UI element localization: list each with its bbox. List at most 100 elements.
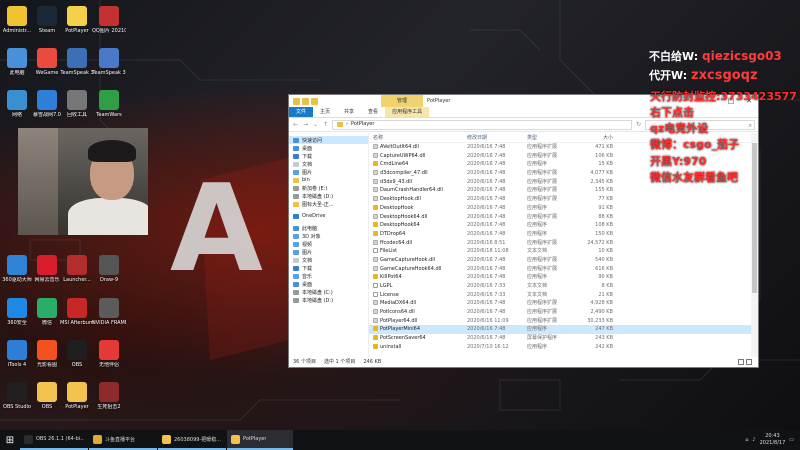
windows-start-icon[interactable]: ⊞ (0, 430, 20, 450)
file-row[interactable]: uninstall 2020/7/10 16:12 应用程序 242 KB (369, 343, 758, 352)
forward-arrow-icon[interactable]: → (302, 121, 309, 128)
column-date[interactable]: 修改日期 (467, 133, 527, 142)
notification-icon[interactable]: ▭ (789, 437, 794, 443)
desktop-icon[interactable]: Steam (30, 6, 64, 34)
file-name-cell: Potlcons64.dll (369, 308, 467, 317)
file-row[interactable]: DesktopHook 2020/6/16 7:48 应用程序 91 KB (369, 204, 758, 213)
refresh-icon[interactable]: ↻ (635, 121, 642, 128)
desktop-icon[interactable]: Draw-9 (92, 255, 126, 283)
back-arrow-icon[interactable]: ← (292, 121, 299, 128)
file-row[interactable]: LGPL 2020/6/16 7:33 文本文档 8 KB (369, 282, 758, 291)
file-row[interactable]: License 2020/6/16 7:33 文本文档 21 KB (369, 291, 758, 300)
desktop-icon[interactable]: TeamWars (92, 90, 126, 118)
file-row[interactable]: DaumCrashHandler64.dll 2020/6/16 7:48 应用程序… (369, 186, 758, 195)
file-row[interactable]: PotScreenSaver64 2020/6/16 7:48 屏幕保护程序 243 … (369, 334, 758, 343)
column-name[interactable]: 名称 (369, 133, 467, 142)
taskbar-item[interactable]: 斗鱼直播平台 (89, 430, 157, 450)
desktop-icon[interactable]: PotPlayer (60, 382, 94, 410)
nav-item[interactable]: 文档 (289, 256, 368, 264)
desktop-icon[interactable]: 回收工具 (60, 90, 94, 118)
file-row[interactable]: GameCaptureHook64.dll 2020/6/16 7:48 应用程序扩… (369, 265, 758, 274)
nav-item[interactable]: 此电脑 (289, 224, 368, 232)
taskbar-item[interactable]: OBS 26.1.1 (64-bi... (20, 430, 88, 450)
tab-app-tools[interactable]: 应用程序工具 (385, 107, 430, 117)
desktop-icon[interactable]: PotPlayer (60, 6, 94, 34)
nav-item[interactable]: 图标大圣-正... (289, 200, 368, 208)
nav-item[interactable]: 本地磁盘 (D:) (289, 192, 368, 200)
desktop-icon[interactable]: TeamSpeak 3 (60, 48, 94, 76)
desktop-icon[interactable]: Launcher... (60, 255, 94, 283)
desktop-icon[interactable]: 光影看图 (30, 340, 64, 368)
nav-item[interactable]: bin (289, 176, 368, 184)
new-folder-icon[interactable] (311, 97, 318, 105)
nav-item[interactable]: 本地磁盘 (D:) (289, 296, 368, 304)
address-bar[interactable]: › PotPlayer (332, 119, 632, 130)
desktop-icon[interactable]: 无他伴侣 (92, 340, 126, 368)
desktop-icon[interactable]: OBS (30, 382, 64, 410)
taskbar-item[interactable]: 26038099-把暖稳... (158, 430, 226, 450)
desktop-icon[interactable]: WeGame (30, 48, 64, 76)
nav-item[interactable]: OneDrive (289, 212, 368, 220)
nav-item[interactable]: 快速访问 (289, 136, 368, 144)
tab-view[interactable]: 查看 (361, 107, 385, 117)
nav-item[interactable]: 音乐 (289, 272, 368, 280)
up-arrow-icon[interactable]: ↑ (322, 121, 329, 128)
chevron-down-icon[interactable]: ⌄ (312, 121, 319, 128)
manage-tab[interactable]: 管理 (381, 95, 423, 107)
desktop-icon[interactable]: 暴雪战网7.0 (30, 90, 64, 118)
file-row[interactable]: DesktopHook.dll 2020/6/16 7:48 应用程序扩展 77 KB (369, 195, 758, 204)
file-row[interactable]: ffcodec64.dll 2020/6/16 8:51 应用程序扩展 24,572 … (369, 239, 758, 248)
file-row[interactable]: DesktopHook64 2020/6/16 7:48 应用程序 108 KB (369, 221, 758, 230)
file-row[interactable]: GameCaptureHook.dll 2020/6/16 7:48 应用程序扩展 5… (369, 256, 758, 265)
nav-item[interactable]: 新加卷 (E:) (289, 184, 368, 192)
file-row[interactable]: PotPlayerMini64 2020/6/16 7:48 应用程序 247 KB (369, 325, 758, 335)
desktop-icon[interactable]: 360驱动大师 (0, 255, 34, 283)
nav-item[interactable]: 桌面 (289, 280, 368, 288)
scrollbar-thumb[interactable] (752, 143, 757, 293)
desktop-icon[interactable]: 微信 (30, 298, 64, 326)
desktop-icon[interactable]: 360安全 (0, 298, 34, 326)
file-row[interactable]: KillPot64 2020/6/16 7:48 应用程序 90 KB (369, 273, 758, 282)
tab-share[interactable]: 共享 (337, 107, 361, 117)
nav-item[interactable]: 文档 (289, 160, 368, 168)
column-size[interactable]: 大小 (579, 133, 619, 142)
nav-item[interactable]: 图片 (289, 248, 368, 256)
desktop-icon[interactable]: 网易云音乐 (30, 255, 64, 283)
file-row[interactable]: MediaDX64.dll 2020/6/16 7:48 应用程序扩展 4,928 K… (369, 299, 758, 308)
network-icon[interactable]: ⌂ (745, 437, 748, 443)
desktop-icon[interactable]: QQ图片 20210415... (92, 6, 126, 34)
file-row[interactable]: FileList 2020/6/18 11:08 文本文档 10 KB (369, 247, 758, 256)
scrollbar[interactable] (751, 133, 758, 357)
nav-item[interactable]: 视频 (289, 240, 368, 248)
save-icon[interactable] (302, 97, 309, 105)
desktop-icon[interactable]: OBS Studio (0, 382, 34, 410)
large-icons-view-icon[interactable] (746, 359, 752, 365)
desktop-icon[interactable]: NVIDIA FRAMEVIEW (92, 298, 126, 326)
file-row[interactable]: DTDrop64 2020/6/16 7:48 应用程序 150 KB (369, 230, 758, 239)
desktop-icon[interactable]: iTools 4 (0, 340, 34, 368)
volume-icon[interactable]: ♪ (752, 437, 755, 443)
details-view-icon[interactable] (738, 359, 744, 365)
column-type[interactable]: 类型 (527, 133, 579, 142)
file-row[interactable]: PotPlayer64.dll 2020/6/16 11:09 应用程序扩展 30,2… (369, 317, 758, 326)
desktop-icon[interactable]: 此电脑 (0, 48, 34, 76)
taskbar-item[interactable]: PotPlayer (227, 430, 293, 450)
tab-home[interactable]: 主页 (313, 107, 337, 117)
desktop-icon[interactable]: Administr... (0, 6, 34, 34)
file-row[interactable]: DesktopHook64.dll 2020/6/16 7:48 应用程序扩展 88 … (369, 213, 758, 222)
nav-item[interactable]: 下载 (289, 152, 368, 160)
file-row[interactable]: Potlcons64.dll 2020/6/16 7:48 应用程序扩展 2,490 … (369, 308, 758, 317)
tab-file[interactable]: 文件 (289, 107, 314, 117)
desktop-icon[interactable]: 网络 (0, 90, 34, 118)
nav-item[interactable]: 桌面 (289, 144, 368, 152)
nav-item[interactable]: 图片 (289, 168, 368, 176)
desktop-icon[interactable]: OBS (60, 340, 94, 368)
clock[interactable]: 20:43 2021/8/17 (760, 433, 786, 447)
breadcrumb[interactable]: PotPlayer (351, 120, 374, 129)
desktop-icon[interactable]: MSI Afterburner (60, 298, 94, 326)
nav-item[interactable]: 下载 (289, 264, 368, 272)
desktop-icon[interactable]: 生死狙击2 (92, 382, 126, 410)
nav-item[interactable]: 3D 对象 (289, 232, 368, 240)
desktop-icon[interactable]: TeamSpeak 3 (92, 48, 126, 76)
nav-item[interactable]: 本地磁盘 (C:) (289, 288, 368, 296)
